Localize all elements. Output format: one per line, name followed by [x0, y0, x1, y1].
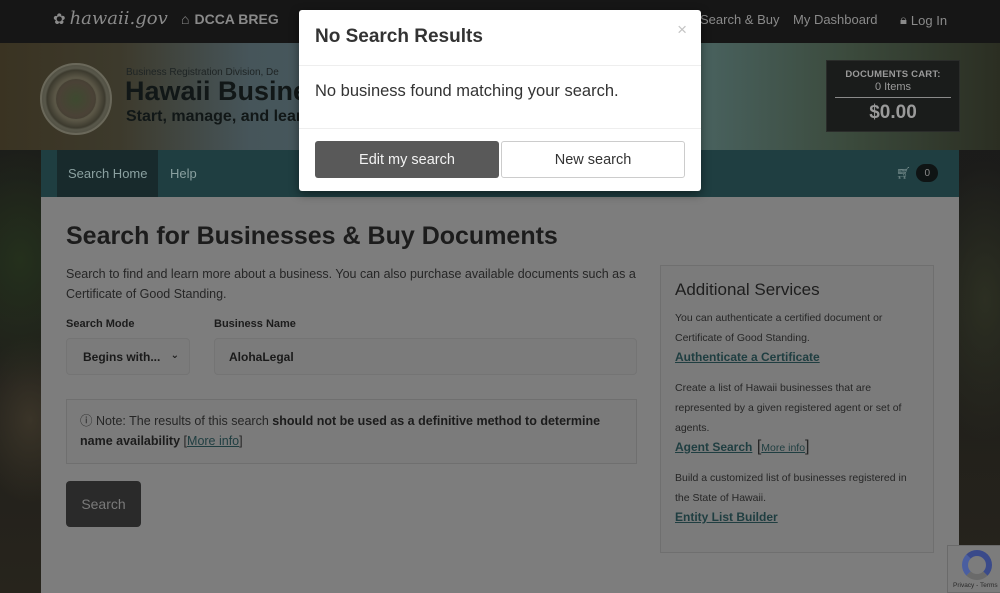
nav-search-buy[interactable]: Search & Buy: [700, 12, 780, 27]
modal-message: No business found matching your search.: [315, 82, 619, 100]
additional-services-panel: Additional Services You can authenticate…: [660, 265, 934, 553]
info-circle-icon: ⓘ: [80, 414, 93, 428]
business-name-value: AlohaLegal: [229, 349, 294, 364]
dcca-breg-link[interactable]: ⌂ DCCA BREG: [181, 11, 279, 27]
search-button[interactable]: Search: [66, 481, 141, 527]
service-description: Create a list of Hawaii businesses that …: [675, 382, 902, 434]
note-more-info-link[interactable]: More info: [187, 434, 239, 448]
agent-search-link[interactable]: Agent Search: [675, 440, 752, 454]
recaptcha-badge[interactable]: Privacy - Terms: [947, 545, 1000, 593]
modal-header: No Search Results ×: [299, 10, 701, 66]
name-availability-note: ⓘ Note: The results of this search shoul…: [66, 399, 637, 464]
bracket-close: ]: [805, 438, 810, 455]
business-name-label: Business Name: [214, 318, 296, 330]
tab-search-home[interactable]: Search Home: [57, 150, 159, 197]
nav-my-dashboard[interactable]: My Dashboard: [793, 12, 878, 27]
additional-services-title: Additional Services: [675, 280, 820, 299]
lock-icon: 🔒︎: [900, 12, 907, 27]
brand-label: hawaii.gov: [69, 8, 168, 29]
authenticate-certificate-link[interactable]: Authenticate a Certificate: [675, 350, 820, 364]
edit-my-search-button[interactable]: Edit my search: [315, 141, 499, 178]
hawaii-gov-link[interactable]: ✿ hawaii.gov: [53, 8, 168, 29]
page-title: Search for Businesses & Buy Documents: [66, 222, 558, 250]
header-subtitle: Start, manage, and lear: [126, 108, 303, 125]
cart-count-badge: 0: [916, 164, 939, 182]
note-text: Note: The results of this search: [96, 414, 273, 428]
log-in-label: Log In: [910, 12, 948, 28]
main-content: Search for Businesses & Buy Documents Se…: [41, 197, 959, 593]
mini-cart-button[interactable]: 🛒︎ 0: [896, 164, 939, 182]
modal-body: No business found matching your search.: [299, 66, 701, 129]
modal-footer: Edit my search New search: [299, 129, 701, 189]
search-mode-label: Search Mode: [66, 318, 135, 330]
close-icon[interactable]: ×: [677, 20, 687, 40]
service-agent-search: Create a list of Hawaii businesses that …: [675, 378, 919, 456]
modal-title: No Search Results: [315, 26, 483, 47]
new-search-button[interactable]: New search: [501, 141, 685, 178]
shopping-cart-icon: 🛒︎: [896, 166, 912, 180]
service-entity-list: Build a customized list of businesses re…: [675, 468, 919, 526]
documents-cart[interactable]: DOCUMENTS CART: 0 Items $0.00: [826, 60, 960, 132]
cart-items-count: 0 Items: [835, 81, 951, 98]
intro-text: Search to find and learn more about a bu…: [66, 267, 636, 301]
home-icon: ⌂: [181, 11, 190, 27]
tab-help[interactable]: Help: [159, 150, 208, 197]
no-results-modal: No Search Results × No business found ma…: [299, 10, 701, 191]
agent-search-more-info-link[interactable]: More info: [761, 442, 805, 454]
nav-log-in[interactable]: 🔒︎ Log In: [900, 12, 947, 28]
header-title: Hawaii Busine: [125, 76, 309, 106]
chevron-down-icon: ⌄: [170, 350, 179, 361]
recaptcha-links[interactable]: Privacy - Terms: [953, 582, 998, 589]
state-seal-logo: [40, 63, 112, 135]
service-authenticate: You can authenticate a certified documen…: [675, 308, 919, 366]
service-description: Build a customized list of businesses re…: [675, 472, 907, 504]
business-name-input[interactable]: AlohaLegal: [214, 338, 637, 375]
cart-label: DOCUMENTS CART:: [845, 69, 941, 80]
seal-emblem: [56, 79, 96, 119]
search-mode-value: Begins with...: [83, 349, 161, 364]
entity-list-builder-link[interactable]: Entity List Builder: [675, 510, 778, 524]
search-mode-select[interactable]: Begins with... ⌄: [66, 338, 190, 375]
recaptcha-icon: [962, 550, 992, 580]
cart-total: $0.00: [869, 102, 917, 123]
hibiscus-icon: ✿: [53, 9, 66, 28]
dcca-breg-label: DCCA BREG: [194, 11, 279, 27]
service-description: You can authenticate a certified documen…: [675, 312, 883, 344]
bracket-close: ]: [239, 434, 243, 448]
